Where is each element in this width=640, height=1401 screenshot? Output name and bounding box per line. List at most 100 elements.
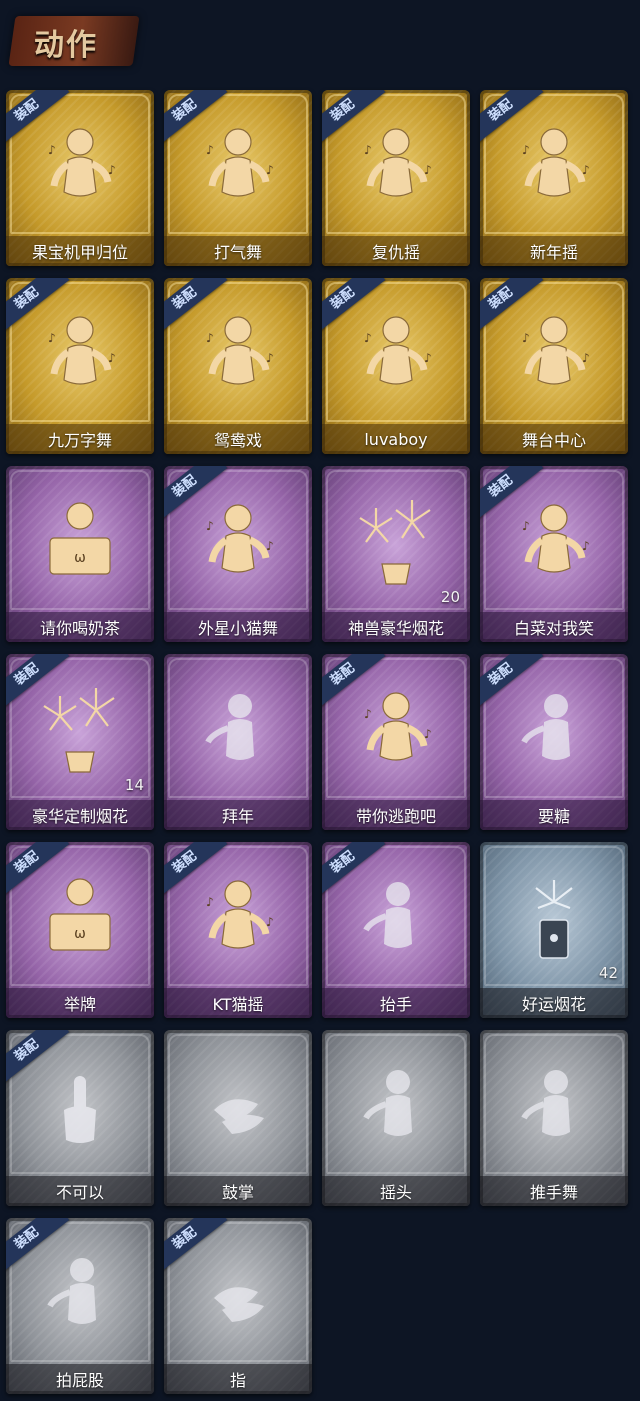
fireworks-icon: [346, 488, 446, 600]
section-header: 动作: [0, 0, 640, 75]
emote-card[interactable]: 装配 抬手: [322, 842, 470, 1018]
dance-pose-icon: ♪ ♪: [188, 112, 288, 224]
svg-text:♪: ♪: [266, 915, 274, 929]
dance-pose-icon: ♪ ♪: [504, 300, 604, 412]
card-label-bar: 外星小猫舞: [164, 612, 312, 642]
emote-card[interactable]: ♪ ♪ 装配 舞台中心: [480, 278, 628, 454]
dance-pose-icon: ♪ ♪: [188, 300, 288, 412]
emote-card[interactable]: 鼓掌: [164, 1030, 312, 1206]
svg-text:♪: ♪: [522, 331, 530, 345]
card-label-bar: 鼓掌: [164, 1176, 312, 1206]
emote-name: 举牌: [63, 995, 96, 1014]
dance-pose-icon: ♪ ♪: [30, 112, 130, 224]
svg-text:♪: ♪: [424, 163, 432, 177]
emote-name: 果宝机甲归位: [31, 243, 128, 262]
svg-text:♪: ♪: [266, 539, 274, 553]
svg-text:♪: ♪: [48, 331, 56, 345]
emote-card[interactable]: 推手舞: [480, 1030, 628, 1206]
emote-name: 要糖: [537, 807, 570, 826]
emote-card[interactable]: 20 神兽豪华烟花: [322, 466, 470, 642]
emote-card[interactable]: ♪ ♪ 装配 luvaboy: [322, 278, 470, 454]
emote-name: 指: [229, 1371, 246, 1390]
finger-icon: [30, 1052, 130, 1164]
emote-name: 请你喝奶茶: [39, 619, 120, 638]
card-label-bar: 打气舞: [164, 236, 312, 266]
figure-faded-icon: [346, 1052, 446, 1164]
svg-text:♪: ♪: [206, 331, 214, 345]
card-label-bar: 要糖: [480, 800, 628, 830]
item-count: 42: [598, 964, 618, 982]
dance-pose-icon: ♪ ♪: [346, 112, 446, 224]
emote-name: 抬手: [379, 995, 412, 1014]
svg-text:♪: ♪: [206, 143, 214, 157]
emote-name: 摇头: [379, 1183, 412, 1202]
emote-card[interactable]: 装配 14 豪华定制烟花: [6, 654, 154, 830]
svg-text:♪: ♪: [266, 163, 274, 177]
emote-card[interactable]: ω 请你喝奶茶: [6, 466, 154, 642]
svg-text:♪: ♪: [108, 163, 116, 177]
emote-card[interactable]: ♪ ♪ 装配 鸳鸯戏: [164, 278, 312, 454]
emote-name: KT猫摇: [212, 995, 264, 1014]
emote-name: 神兽豪华烟花: [347, 619, 444, 638]
dance-pose-icon: ♪ ♪: [346, 676, 446, 788]
emote-card[interactable]: 装配 不可以: [6, 1030, 154, 1206]
sign-holder-icon: ω: [30, 488, 130, 600]
svg-text:♪: ♪: [364, 707, 372, 721]
dance-pose-icon: ♪ ♪: [30, 300, 130, 412]
emote-card[interactable]: 装配 要糖: [480, 654, 628, 830]
emote-card[interactable]: ♪ ♪ 装配 新年摇: [480, 90, 628, 266]
svg-text:♪: ♪: [108, 351, 116, 365]
card-label-bar: 舞台中心: [480, 424, 628, 454]
emote-card[interactable]: 装配 拍屁股: [6, 1218, 154, 1394]
emote-card[interactable]: ♪ ♪ 装配 外星小猫舞: [164, 466, 312, 642]
emote-name: 新年摇: [529, 243, 578, 262]
card-label-bar: 推手舞: [480, 1176, 628, 1206]
emote-name: 外星小猫舞: [197, 619, 278, 638]
svg-text:♪: ♪: [364, 143, 372, 157]
sign-holder-icon: ω: [30, 864, 130, 976]
figure-faded-icon: [504, 676, 604, 788]
card-label-bar: 摇头: [322, 1176, 470, 1206]
emote-card[interactable]: ♪ ♪ 装配 白菜对我笑: [480, 466, 628, 642]
card-label-bar: 指: [164, 1364, 312, 1394]
emote-card[interactable]: 42 好运烟花: [480, 842, 628, 1018]
emote-grid: ♪ ♪ 装配 果宝机甲归位 ♪ ♪ 装配 打气舞 ♪ ♪ 装配 复仇摇 ♪ ♪ 装配 新年摇 ♪ ♪ 装配 九万字舞 ♪…: [6, 90, 628, 1394]
emote-card[interactable]: 拜年: [164, 654, 312, 830]
card-label-bar: luvaboy: [322, 424, 470, 454]
figure-faded-icon: [188, 676, 288, 788]
card-label-bar: 拜年: [164, 800, 312, 830]
emote-card[interactable]: ♪ ♪ 装配 KT猫摇: [164, 842, 312, 1018]
emote-card[interactable]: ♪ ♪ 装配 九万字舞: [6, 278, 154, 454]
emote-card[interactable]: ♪ ♪ 装配 果宝机甲归位: [6, 90, 154, 266]
emote-card[interactable]: ♪ ♪ 装配 复仇摇: [322, 90, 470, 266]
svg-text:♪: ♪: [206, 519, 214, 533]
emote-name: 推手舞: [529, 1183, 578, 1202]
svg-text:♪: ♪: [522, 519, 530, 533]
fireworks-icon: [30, 676, 130, 788]
svg-text:ω: ω: [74, 926, 86, 942]
emote-name: 好运烟花: [521, 995, 586, 1014]
emote-name: 鼓掌: [221, 1183, 254, 1202]
item-count: 20: [440, 588, 460, 606]
emote-name: 拍屁股: [55, 1371, 104, 1390]
emote-card[interactable]: ♪ ♪ 装配 带你逃跑吧: [322, 654, 470, 830]
dance-pose-icon: ♪ ♪: [346, 300, 446, 412]
svg-text:♪: ♪: [424, 351, 432, 365]
figure-faded-icon: [30, 1240, 130, 1352]
dance-pose-icon: ♪ ♪: [188, 488, 288, 600]
emote-name: 复仇摇: [371, 243, 420, 262]
card-label-bar: 白菜对我笑: [480, 612, 628, 642]
emote-name: 白菜对我笑: [513, 619, 594, 638]
emote-card[interactable]: 装配指: [164, 1218, 312, 1394]
item-count: 14: [124, 776, 144, 794]
emote-card[interactable]: ♪ ♪ 装配 打气舞: [164, 90, 312, 266]
emote-card[interactable]: 摇头: [322, 1030, 470, 1206]
emote-card[interactable]: ω 装配 举牌: [6, 842, 154, 1018]
emote-name: 拜年: [221, 807, 254, 826]
card-label-bar: 举牌: [6, 988, 154, 1018]
card-label-bar: 复仇摇: [322, 236, 470, 266]
card-label-bar: 鸳鸯戏: [164, 424, 312, 454]
svg-text:♪: ♪: [206, 895, 214, 909]
svg-text:♪: ♪: [582, 539, 590, 553]
emote-name: 豪华定制烟花: [31, 807, 128, 826]
